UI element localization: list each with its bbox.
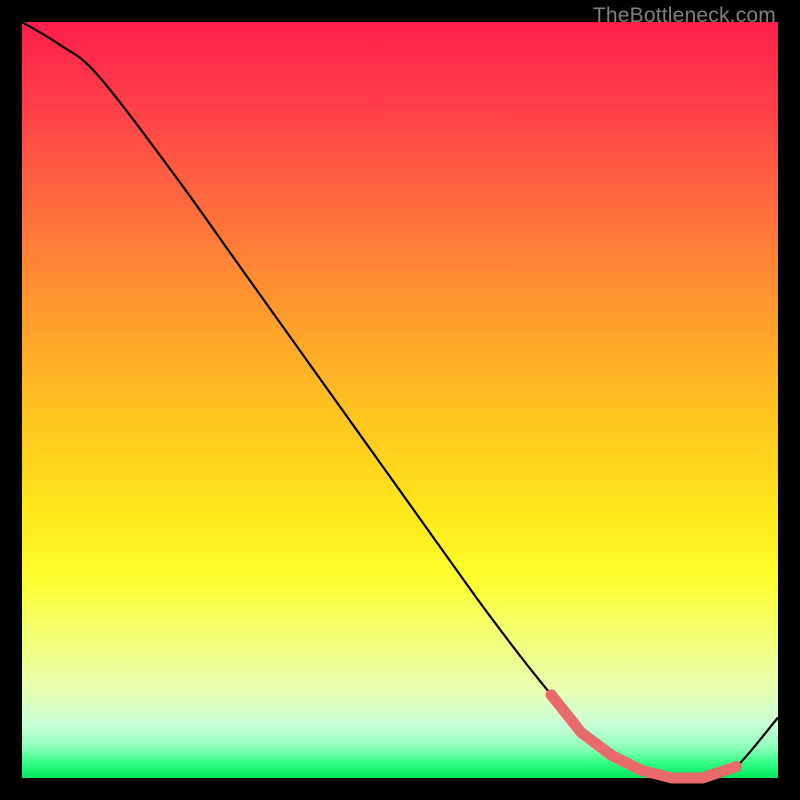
plot-area (22, 22, 778, 778)
highlight-dot (546, 689, 557, 700)
highlight-band (551, 695, 736, 778)
highlight-dot (708, 769, 719, 780)
highlight-dot (720, 765, 731, 776)
highlight-dot (731, 761, 742, 772)
highlight-markers (546, 689, 742, 779)
chart-container: TheBottleneck.com (0, 0, 800, 800)
chart-svg (22, 22, 778, 778)
bottleneck-curve-line (22, 22, 778, 779)
watermark-text: TheBottleneck.com (593, 4, 776, 28)
